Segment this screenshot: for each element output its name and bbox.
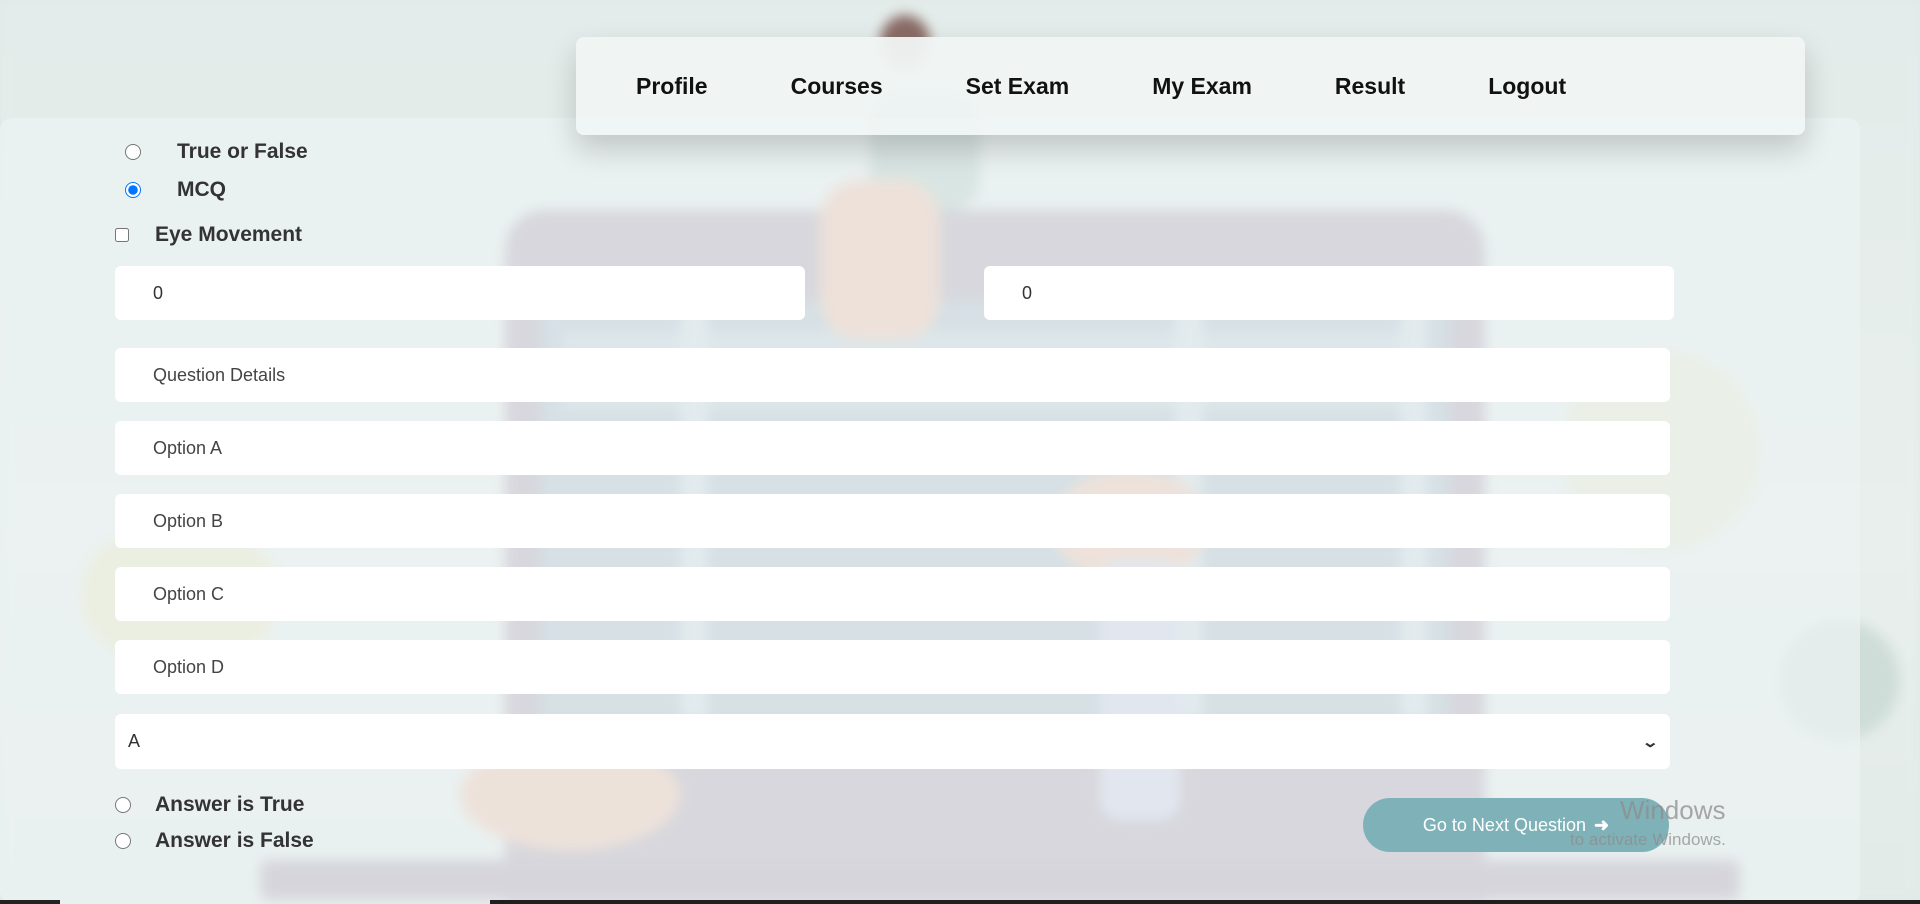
nav-courses[interactable]: Courses — [791, 73, 883, 100]
nav-result[interactable]: Result — [1335, 73, 1405, 100]
left-number-input[interactable] — [115, 266, 805, 320]
answer-true-label: Answer is True — [155, 793, 305, 816]
option-d-input[interactable] — [115, 640, 1670, 694]
eye-movement-option: Eye Movement — [115, 223, 302, 247]
nav-my-exam[interactable]: My Exam — [1152, 73, 1252, 100]
true-false-label: True or False — [177, 140, 308, 163]
correct-answer-select[interactable]: A ⌄ — [115, 714, 1670, 769]
question-details-input[interactable] — [115, 348, 1670, 402]
mcq-radio[interactable] — [125, 182, 141, 198]
next-question-label: Go to Next Question — [1422, 814, 1586, 835]
chevron-down-icon: ⌄ — [1641, 733, 1660, 751]
true-false-option: True or False — [125, 140, 308, 164]
answer-false-option: Answer is False — [115, 829, 314, 853]
activation-watermark-subtitle: to activate Windows. — [1570, 830, 1726, 849]
taskbar-edge-right — [490, 900, 1920, 904]
answer-false-label: Answer is False — [155, 829, 314, 852]
true-false-radio[interactable] — [125, 144, 141, 160]
option-b-input[interactable] — [115, 494, 1670, 548]
nav-profile[interactable]: Profile — [636, 73, 708, 100]
eye-movement-checkbox[interactable] — [115, 228, 129, 242]
nav-logout[interactable]: Logout — [1488, 73, 1566, 100]
taskbar-edge — [0, 900, 60, 904]
option-a-input[interactable] — [115, 421, 1670, 475]
mcq-label: MCQ — [177, 178, 226, 201]
answer-true-option: Answer is True — [115, 793, 304, 817]
nav-set-exam[interactable]: Set Exam — [966, 73, 1070, 100]
answer-true-radio[interactable] — [115, 797, 131, 813]
right-number-input[interactable] — [984, 266, 1674, 320]
correct-answer-value: A — [128, 731, 141, 751]
eye-movement-label: Eye Movement — [155, 223, 303, 246]
activation-watermark-title: Windows — [1620, 795, 1726, 825]
mcq-option: MCQ — [125, 178, 226, 202]
option-c-input[interactable] — [115, 567, 1670, 621]
top-navbar: Profile Courses Set Exam My Exam Result … — [576, 37, 1805, 135]
answer-false-radio[interactable] — [115, 833, 131, 849]
